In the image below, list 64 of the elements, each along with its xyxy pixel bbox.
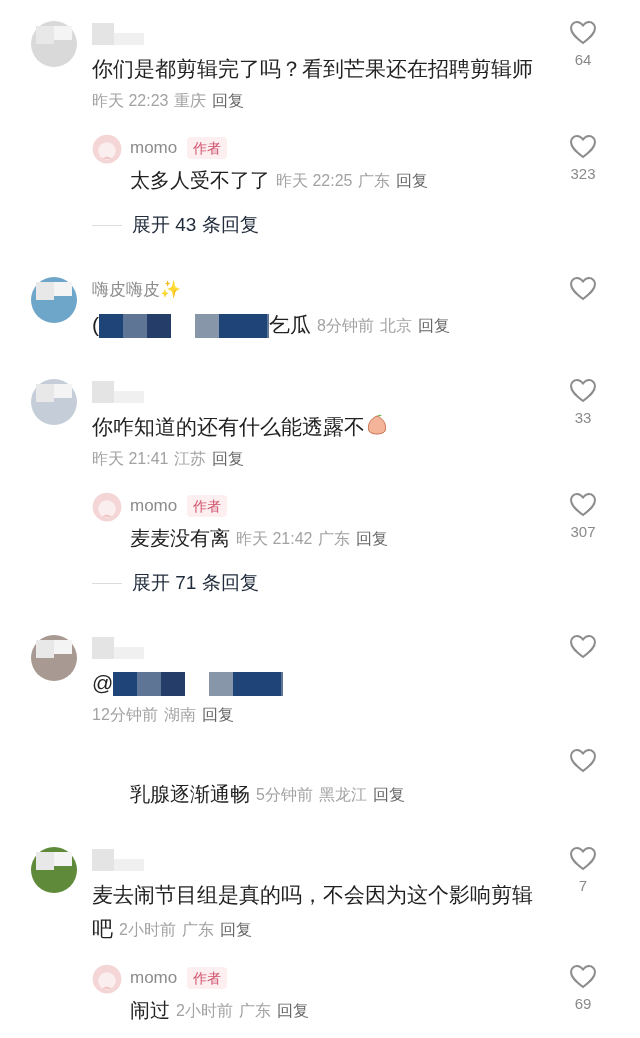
comment-text: 你们是都剪辑完了吗？看到芒果还在招聘剪辑师 [92, 56, 534, 82]
like-count: 307 [570, 522, 596, 542]
reply-link[interactable]: 回复 [201, 700, 234, 730]
comment-text: 闹过 2小时前 广东 回复 [130, 994, 558, 1026]
author-badge: 作者 [187, 137, 228, 159]
username[interactable]: momo [130, 493, 178, 519]
peach-emoji-icon [365, 413, 389, 437]
timestamp: 昨天 21:41 [92, 449, 169, 469]
like-count: 64 [574, 50, 592, 70]
location-label: 广东 [181, 920, 214, 940]
location-label: 黑龙江 [318, 785, 367, 805]
comment-text: 麦麦没有离 昨天 21:42 广东 回复 [130, 522, 558, 554]
avatar[interactable] [30, 276, 78, 324]
reply-link[interactable]: 回复 [212, 86, 245, 116]
author-badge: 作者 [187, 495, 228, 517]
username[interactable]: momo [130, 135, 178, 161]
comment-text: @ [92, 666, 538, 700]
reply-link[interactable]: 回复 [417, 313, 450, 339]
avatar[interactable] [30, 634, 78, 682]
reply-link[interactable]: 回复 [219, 917, 252, 943]
timestamp: 2小时前 [176, 1001, 233, 1021]
username[interactable]: 嗨皮嗨皮✨ [92, 277, 181, 303]
comment-text: 乳腺逐渐通畅 5分钟前 黑龙江 回复 [130, 778, 558, 810]
like-icon[interactable] [569, 964, 597, 989]
expand-replies-link[interactable]: 展开 71 条回复 [132, 568, 259, 598]
reply-link[interactable]: 回复 [396, 168, 429, 194]
reply-link[interactable]: 回复 [372, 782, 405, 808]
timestamp: 8分钟前 [317, 316, 374, 336]
reply-link[interactable]: 回复 [276, 998, 309, 1024]
reply-link[interactable]: 回复 [356, 526, 389, 552]
like-icon[interactable] [569, 634, 597, 659]
location-label: 广东 [238, 1001, 271, 1021]
like-count: 323 [570, 164, 596, 184]
like-icon[interactable] [569, 134, 597, 159]
location-label: 广东 [318, 529, 351, 549]
timestamp: 2小时前 [119, 920, 176, 940]
like-count: 33 [574, 408, 592, 428]
timestamp: 昨天 21:42 [236, 529, 313, 549]
like-icon[interactable] [569, 748, 597, 773]
author-badge: 作者 [187, 967, 228, 989]
timestamp: 12分钟前 [92, 705, 158, 725]
like-count: 7 [578, 876, 588, 896]
avatar[interactable] [30, 846, 78, 894]
comment-text: 麦去闹节目组是真的吗，不会因为这个影响剪辑吧 2小时前 广东 回复 [92, 878, 538, 946]
expand-replies-link[interactable]: 展开 43 条回复 [132, 210, 259, 240]
comment-text: ( 乞瓜 8分钟前 北京 回复 [92, 308, 538, 342]
timestamp: 昨天 22:25 [276, 171, 353, 191]
like-icon[interactable] [569, 20, 597, 45]
timestamp: 5分钟前 [256, 785, 313, 805]
location-label: 广东 [358, 171, 391, 191]
location-label: 重庆 [174, 91, 207, 111]
like-icon[interactable] [569, 492, 597, 517]
location-label: 湖南 [163, 705, 196, 725]
location-label: 北京 [379, 316, 412, 336]
comment-text: 太多人受不了了 昨天 22:25 广东 回复 [130, 164, 558, 196]
like-icon[interactable] [569, 378, 597, 403]
location-label: 江苏 [174, 449, 207, 469]
like-icon[interactable] [569, 846, 597, 871]
timestamp: 昨天 22:23 [92, 91, 169, 111]
reply-link[interactable]: 回复 [212, 444, 245, 474]
username[interactable]: momo [130, 965, 178, 991]
like-count: 69 [574, 994, 592, 1014]
like-icon[interactable] [569, 276, 597, 301]
comment-text: 你咋知道的还有什么能透露不 [92, 410, 538, 444]
